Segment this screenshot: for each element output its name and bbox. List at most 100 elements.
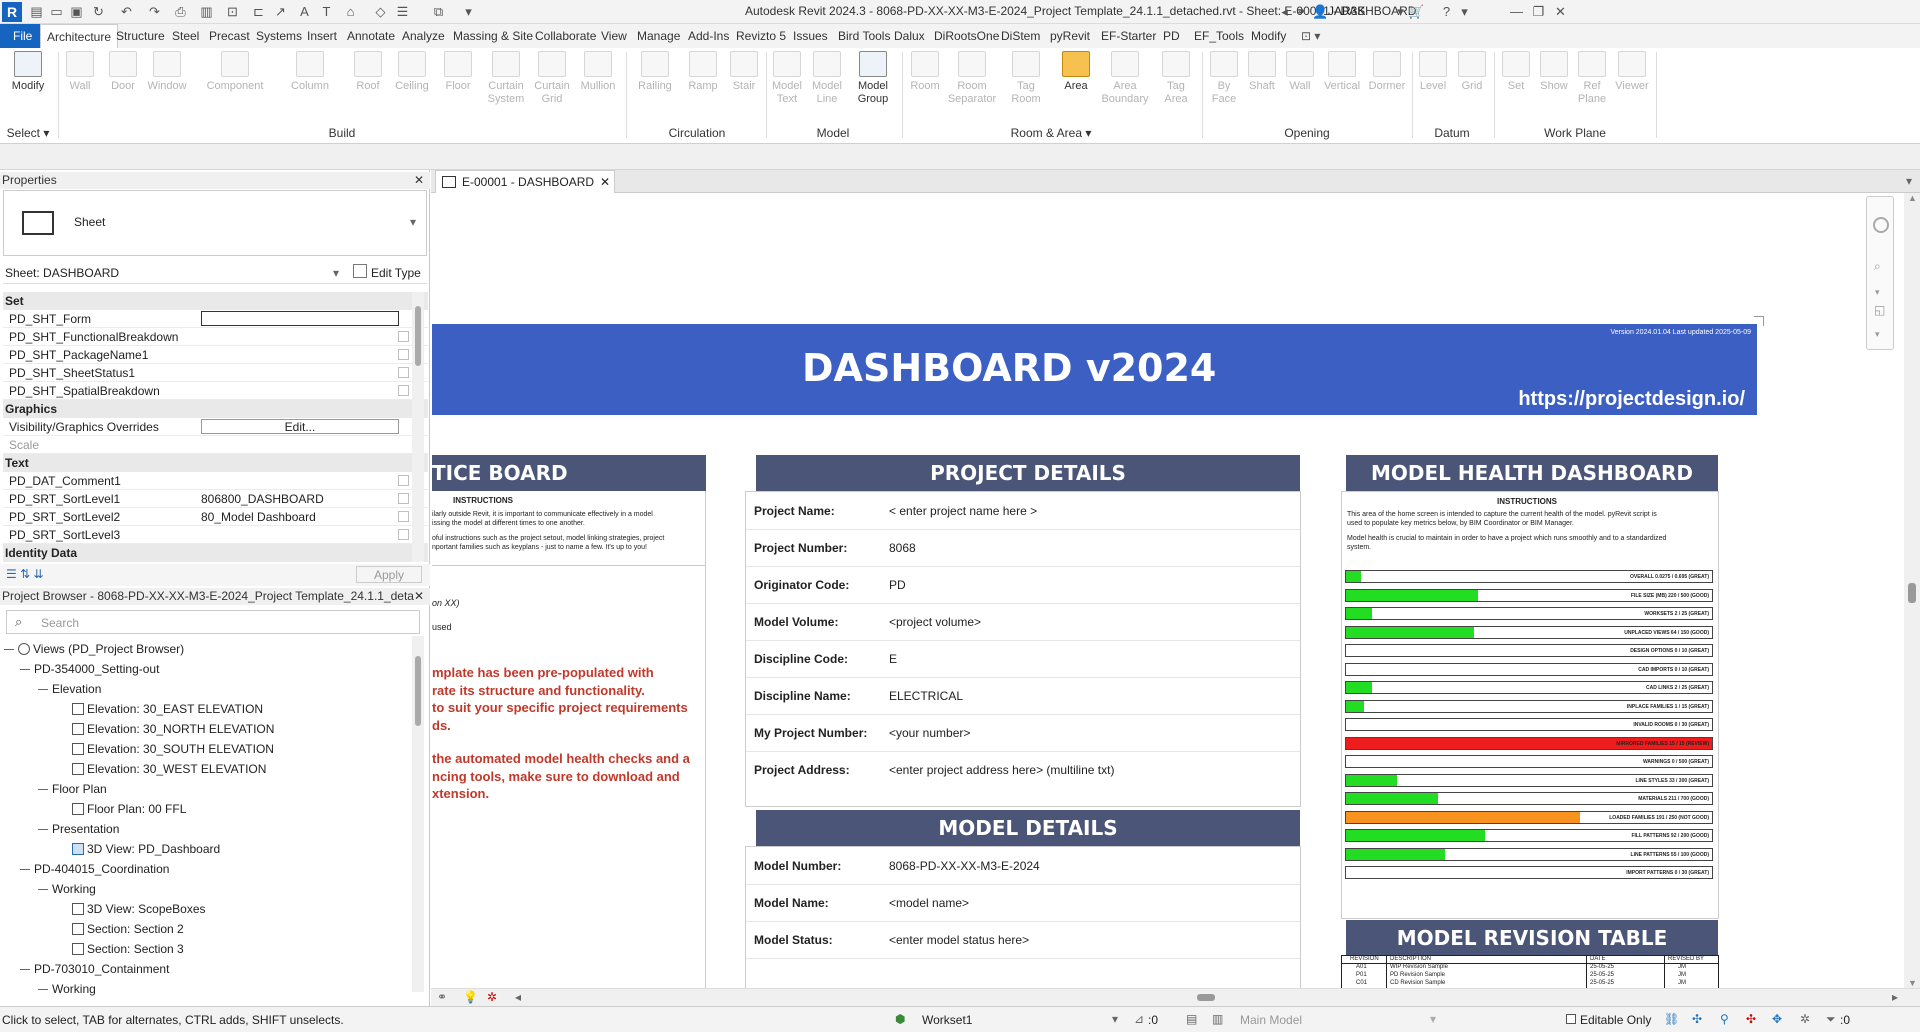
tree-item[interactable]: Elevation: 30_SOUTH ELEVATION xyxy=(72,740,274,758)
scroll-thumb[interactable] xyxy=(415,656,421,726)
tab-manage[interactable]: Manage xyxy=(631,24,686,48)
editable-only-checkbox[interactable] xyxy=(1566,1014,1576,1024)
property-row[interactable]: PD_SRT_SortLevel1 806800_DASHBOARD xyxy=(3,490,428,508)
undo-icon[interactable]: ↶ xyxy=(118,3,135,20)
vertical-scrollbar[interactable]: ▲ ▼ xyxy=(1904,193,1920,988)
print-icon[interactable]: ⎙ xyxy=(172,3,189,20)
tree-item[interactable]: Section: Section 2 xyxy=(72,920,184,938)
binoculars-icon[interactable]: ⚭ xyxy=(1292,3,1309,20)
instance-dropdown-icon[interactable]: ▾ xyxy=(333,266,339,280)
properties-scrollbar[interactable] xyxy=(412,292,424,562)
tab-revizto[interactable]: Revizto 5 xyxy=(730,24,792,48)
grid-tool[interactable]: Grid xyxy=(1454,51,1490,93)
curtain-system-tool[interactable]: Curtain System xyxy=(484,51,528,106)
tree-item[interactable]: Floor Plan: 00 FFL xyxy=(72,800,186,818)
tab-collaborate[interactable]: Collaborate xyxy=(529,24,602,48)
property-checkbox[interactable] xyxy=(398,331,409,342)
tree-item[interactable]: PD-703010_Containment xyxy=(20,960,169,978)
tree-item[interactable]: PD-404015_Coordination xyxy=(20,860,169,878)
browser-scrollbar[interactable] xyxy=(412,636,424,992)
worksets-icon[interactable]: ⚭ xyxy=(437,990,447,1004)
level-tool[interactable]: Level xyxy=(1414,51,1452,93)
select-links-icon[interactable]: ⛓ xyxy=(1664,1012,1679,1026)
tag-icon[interactable]: ⊏ xyxy=(250,3,267,20)
component-tool[interactable]: Component xyxy=(200,51,270,93)
save-icon[interactable]: ▣ xyxy=(68,3,85,20)
tree-item[interactable]: Presentation xyxy=(38,820,119,838)
tab-modify[interactable]: Modify xyxy=(1245,24,1292,48)
scroll-left-icon[interactable]: ◂ xyxy=(515,990,521,1004)
window-tool[interactable]: Window xyxy=(145,51,189,93)
tab-systems[interactable]: Systems xyxy=(250,24,308,48)
tag-room-tool[interactable]: Tag Room xyxy=(1006,51,1046,106)
ceiling-tool[interactable]: Ceiling xyxy=(392,51,432,93)
property-checkbox[interactable] xyxy=(398,367,409,378)
tag-area-tool[interactable]: Tag Area xyxy=(1156,51,1196,106)
tab-bird-tools[interactable]: Bird Tools xyxy=(832,24,896,48)
room-separator-tool[interactable]: Room Separator xyxy=(946,51,998,106)
switch-windows-icon[interactable]: ⧉ xyxy=(430,3,447,20)
tab-file[interactable]: File xyxy=(0,24,46,48)
tab-ef-tools[interactable]: EF_Tools xyxy=(1188,24,1250,48)
ribbon-toggle-icon[interactable]: ⊡ ▾ xyxy=(1295,24,1326,48)
section-icon[interactable]: ◇ xyxy=(372,3,389,20)
property-row[interactable]: PD_SRT_SortLevel3 xyxy=(3,526,428,544)
model-group-tool[interactable]: Model Group xyxy=(850,51,896,106)
help-dropdown-icon[interactable]: ▾ xyxy=(1456,3,1473,20)
tree-item[interactable]: PD-354000_Setting-out xyxy=(20,660,159,678)
tree-item[interactable]: Elevation: 30_EAST ELEVATION xyxy=(72,700,263,718)
group-room-area[interactable]: Room & Area ▾ xyxy=(906,126,1196,140)
scroll-thumb[interactable] xyxy=(415,306,421,366)
tab-precast[interactable]: Precast xyxy=(203,24,256,48)
user-icon[interactable]: 👤 xyxy=(1312,3,1329,20)
tree-item[interactable]: Elevation: 30_NORTH ELEVATION xyxy=(72,720,274,738)
type-selector[interactable]: Sheet ▾ xyxy=(3,190,427,256)
modify-tool[interactable]: Modify xyxy=(4,51,52,93)
close-icon[interactable]: ✕ xyxy=(414,172,424,189)
tab-insert[interactable]: Insert xyxy=(301,24,343,48)
property-value-input[interactable] xyxy=(201,311,399,326)
tab-add-ins[interactable]: Add-Ins xyxy=(682,24,735,48)
tab-menu-icon[interactable]: ▾ xyxy=(1906,174,1912,188)
drag-elements-icon[interactable]: ✥ xyxy=(1772,1012,1782,1026)
detail-line-icon[interactable]: ↗ xyxy=(272,3,289,20)
nav-cube-icon[interactable]: ◱ xyxy=(1874,303,1885,317)
property-checkbox[interactable] xyxy=(398,475,409,486)
select-by-face-icon[interactable]: ✣ xyxy=(1746,1012,1756,1026)
design-option-select[interactable]: Main Model xyxy=(1240,1013,1302,1027)
view-tab[interactable]: E-00001 - DASHBOARD ✕ xyxy=(435,170,615,193)
tab-dalux[interactable]: Dalux xyxy=(888,24,931,48)
h-scroll-thumb[interactable] xyxy=(1197,994,1215,1001)
search-arrow-icon[interactable]: ◂ xyxy=(1276,3,1293,20)
by-face-tool[interactable]: By Face xyxy=(1206,51,1242,106)
close-window-icon[interactable]: ✕ xyxy=(1552,3,1569,20)
edit-overrides-button[interactable]: Edit... xyxy=(201,419,399,434)
maximize-icon[interactable]: ❐ xyxy=(1530,3,1547,20)
aligned-dimension-icon[interactable]: ⊡ xyxy=(224,3,241,20)
category-text[interactable]: Text xyxy=(3,454,428,472)
select-underlay-icon[interactable]: ✣ xyxy=(1692,1012,1702,1026)
mullion-tool[interactable]: Mullion xyxy=(576,51,620,93)
ramp-tool[interactable]: Ramp xyxy=(682,51,724,93)
measure-icon[interactable]: ▥ xyxy=(198,3,215,20)
tree-item[interactable]: Floor Plan xyxy=(38,780,107,798)
sort-icon[interactable]: ☰ ⇅ ⇊ xyxy=(6,567,44,581)
select-pinned-icon[interactable]: ⚲ xyxy=(1720,1012,1729,1026)
property-row[interactable]: Visibility/Graphics Overrides Edit... xyxy=(3,418,428,436)
property-row[interactable]: PD_SHT_FunctionalBreakdown xyxy=(3,328,428,346)
tab-distem[interactable]: DiStem xyxy=(995,24,1046,48)
close-icon[interactable]: ✕ xyxy=(413,588,424,605)
tab-pd[interactable]: PD xyxy=(1157,24,1186,48)
property-row[interactable]: PD_SRT_SortLevel2 80_Model Dashboard xyxy=(3,508,428,526)
tab-ef-starter[interactable]: EF-Starter xyxy=(1095,24,1162,48)
model-line-tool[interactable]: Model Line xyxy=(808,51,846,106)
category-graphics[interactable]: Graphics xyxy=(3,400,428,418)
minimize-icon[interactable]: — xyxy=(1508,3,1525,20)
property-checkbox[interactable] xyxy=(398,511,409,522)
shaft-tool[interactable]: Shaft xyxy=(1244,51,1280,93)
stair-tool[interactable]: Stair xyxy=(726,51,762,93)
wall-tool[interactable]: Wall xyxy=(62,51,98,93)
zoom-icon[interactable]: ⌕ xyxy=(1874,259,1881,274)
property-row[interactable]: PD_SHT_PackageName1 xyxy=(3,346,428,364)
property-checkbox[interactable] xyxy=(398,385,409,396)
